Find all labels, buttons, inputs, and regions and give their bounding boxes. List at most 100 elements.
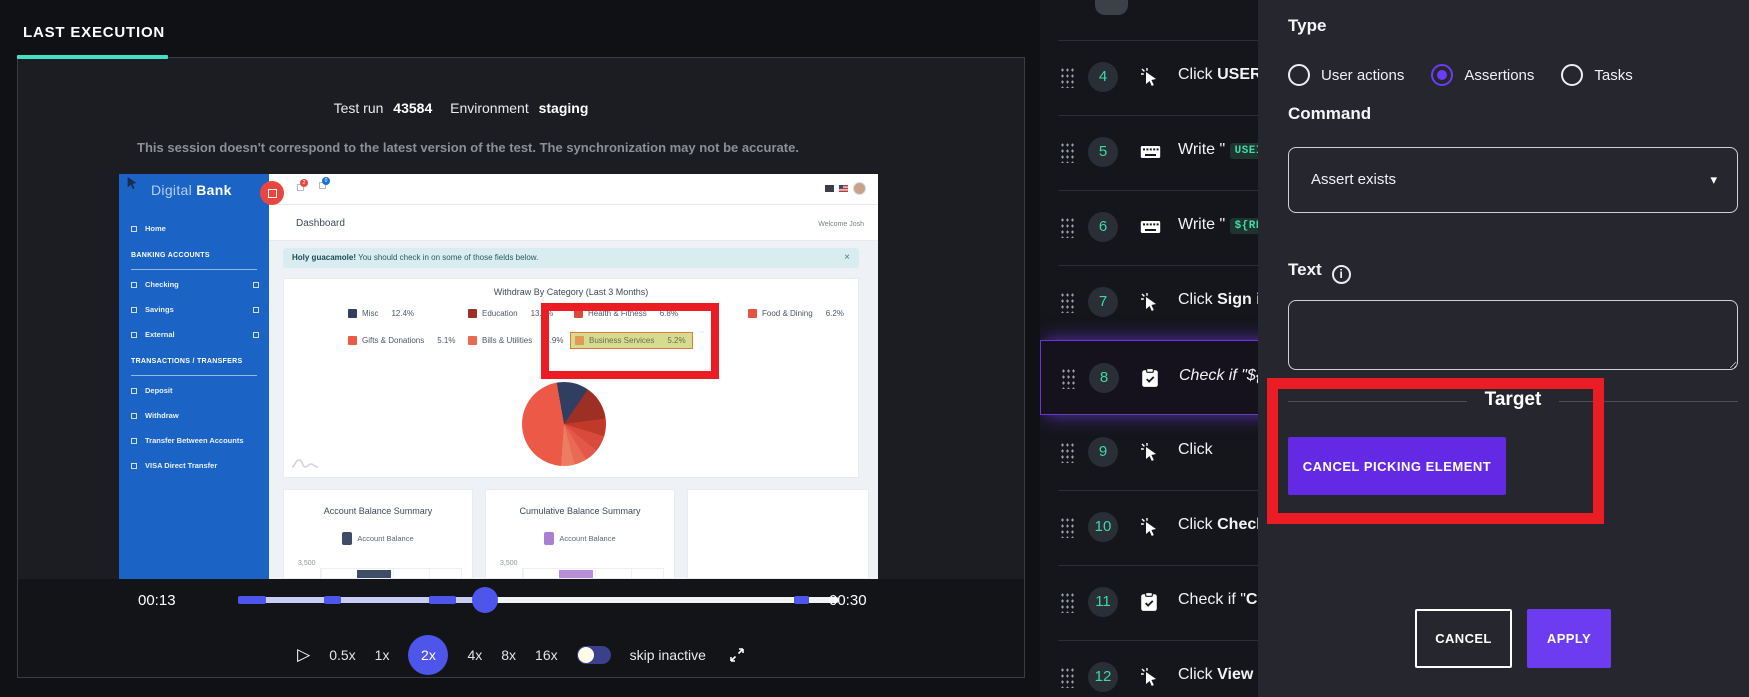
- legend-swatch: [348, 309, 357, 318]
- variable-badge: USEI: [1229, 143, 1258, 159]
- step-description: Click View C: [1178, 666, 1258, 683]
- assertion-text-input[interactable]: [1288, 300, 1738, 370]
- step-number: 9: [1088, 437, 1118, 467]
- apply-button[interactable]: APPLY: [1527, 609, 1611, 668]
- bank-logo: Digital Bank: [151, 182, 232, 198]
- drag-handle-icon[interactable]: [1061, 368, 1075, 389]
- speed-button-2x[interactable]: 2x: [408, 635, 449, 675]
- step-row-4[interactable]: 4 Click USERN: [1040, 40, 1258, 115]
- type-radio-tasks[interactable]: Tasks: [1561, 64, 1633, 86]
- clipboard-check-icon: [1141, 368, 1161, 388]
- legend-swatch: [748, 309, 757, 318]
- legend-value: 6.2%: [825, 309, 844, 318]
- messages-count-badge: 0: [322, 177, 330, 185]
- radio-icon[interactable]: [1561, 64, 1584, 86]
- bank-sidebar: Digital Bank Home BANKING ACCOUNTS Checkin…: [119, 174, 269, 636]
- drag-handle-icon[interactable]: [1060, 517, 1074, 538]
- bank-page-title: Dashboard: [296, 218, 345, 229]
- step-row-10[interactable]: 10 Click Check: [1040, 490, 1258, 565]
- chart-legend-item: Gifts & Donations 5.1%: [348, 336, 455, 345]
- drag-handle-icon[interactable]: [1060, 217, 1074, 238]
- alerts-count-badge: 2: [300, 179, 308, 187]
- picker-highlight-overlay-target: [1267, 378, 1604, 524]
- cursor-click-icon: [1140, 442, 1160, 462]
- alert-bold-text: Holy guacamole!: [292, 253, 357, 262]
- legend-label: Gifts & Donations: [362, 336, 425, 345]
- keyboard-icon: [1140, 217, 1161, 237]
- step-row-9[interactable]: 9 Click: [1040, 415, 1258, 490]
- fullscreen-icon[interactable]: [729, 647, 745, 663]
- step-number: 6: [1088, 212, 1118, 242]
- tab-active-underline: [17, 55, 168, 59]
- speed-button-0.5x[interactable]: 0.5x: [329, 647, 355, 663]
- clipboard-check-icon: [1140, 592, 1160, 612]
- step-row-12[interactable]: 12 Click View C: [1040, 640, 1258, 697]
- step-row-11[interactable]: 11 Check if "Ch: [1040, 565, 1258, 640]
- bank-alert-banner: × Holy guacamole! You should check in on…: [283, 248, 859, 268]
- bank-nav-section-header: TRANSACTIONS / TRANSFERS: [131, 358, 243, 365]
- drag-handle-icon[interactable]: [1060, 442, 1074, 463]
- card-title: Cumulative Balance Summary: [519, 506, 641, 516]
- cancel-button[interactable]: CANCEL: [1415, 609, 1512, 668]
- bank-messages-icon: 0: [319, 177, 330, 189]
- steps-scroll-indicator[interactable]: [1095, 0, 1128, 15]
- step-row-8[interactable]: 8 Check if "${L: [1040, 340, 1258, 415]
- picker-cursor-icon: [127, 176, 137, 190]
- drag-handle-icon[interactable]: [1060, 67, 1074, 88]
- speed-button-16x[interactable]: 16x: [535, 647, 558, 663]
- legend-swatch: [468, 309, 477, 318]
- test-run-label: Test run: [333, 100, 384, 116]
- step-number: 11: [1088, 587, 1118, 617]
- speed-buttons: 0.5x 1x 2x 4x 8x 16x: [329, 635, 558, 675]
- chart-legend-item: Misc 12.4%: [348, 309, 414, 318]
- card-plot: [320, 568, 462, 578]
- bank-page-header: Dashboard Welcome Josh: [269, 205, 878, 241]
- seek-playhead[interactable]: [472, 587, 498, 613]
- info-icon[interactable]: i: [1331, 265, 1351, 284]
- sparkline-icon: [291, 459, 319, 468]
- radio-icon[interactable]: [1288, 64, 1310, 86]
- step-description: Check if "${L: [1179, 367, 1258, 384]
- step-row-5[interactable]: 5 Write " USEI: [1040, 115, 1258, 190]
- drag-handle-icon[interactable]: [1060, 292, 1074, 313]
- seek-marker: [429, 596, 456, 604]
- cursor-click-icon: [1140, 517, 1160, 537]
- bank-nav: Home BANKING ACCOUNTS Checking Savings Exter…: [119, 216, 269, 478]
- picker-highlight-overlay-legend: [541, 303, 719, 379]
- speed-button-8x[interactable]: 8x: [501, 647, 516, 663]
- step-description: Click: [1178, 441, 1213, 458]
- type-radio-user-actions[interactable]: User actions: [1288, 64, 1404, 86]
- play-icon[interactable]: ▷: [297, 645, 310, 665]
- drag-handle-icon[interactable]: [1060, 142, 1074, 163]
- speed-button-4x[interactable]: 4x: [467, 647, 482, 663]
- bank-nav-section-header: BANKING ACCOUNTS: [131, 252, 210, 259]
- radio-label: Tasks: [1594, 66, 1633, 84]
- bank-nav-item: External: [119, 322, 269, 347]
- type-radio-assertions[interactable]: Assertions: [1431, 64, 1534, 86]
- radio-icon[interactable]: [1431, 64, 1454, 86]
- bank-nav-item: Deposit: [119, 378, 269, 403]
- bank-alerts-icon: 2: [297, 179, 308, 191]
- player-seek-bar[interactable]: [238, 587, 839, 613]
- command-select[interactable]: Assert exists ▾: [1288, 147, 1738, 213]
- bank-nav-item: Savings: [119, 297, 269, 322]
- bank-summary-card: Account Balance Summary Account Balance 3,…: [283, 489, 473, 579]
- type-radio-group: User actions Assertions Tasks: [1288, 64, 1633, 86]
- step-row-7[interactable]: 7 Click Sign in: [1040, 265, 1258, 340]
- tab-last-execution[interactable]: LAST EXECUTION: [23, 24, 165, 41]
- sync-warning-text: This session doesn't correspond to the l…: [137, 140, 799, 155]
- execution-video-frame[interactable]: Digital Bank Home BANKING ACCOUNTS Checkin…: [119, 174, 878, 636]
- skip-inactive-toggle[interactable]: [576, 646, 611, 664]
- legend-label: Food & Dining: [762, 309, 813, 318]
- speed-button-1x[interactable]: 1x: [375, 647, 390, 663]
- drag-handle-icon[interactable]: [1060, 592, 1074, 613]
- step-row-6[interactable]: 6 Write " ${RE: [1040, 190, 1258, 265]
- step-description: Click Check: [1178, 516, 1258, 533]
- environment-label: Environment: [450, 100, 529, 116]
- legend-value: 12.4%: [391, 309, 415, 318]
- command-selected-value: Assert exists: [1311, 171, 1397, 188]
- test-steps-list: 4 Click USERN 5 Write " USEI 6 Write " ${RE 7 C…: [1040, 0, 1258, 697]
- drag-handle-icon[interactable]: [1060, 667, 1074, 688]
- test-run-line: Test run 43584 Environment staging: [18, 100, 918, 116]
- toggle-knob: [577, 647, 594, 663]
